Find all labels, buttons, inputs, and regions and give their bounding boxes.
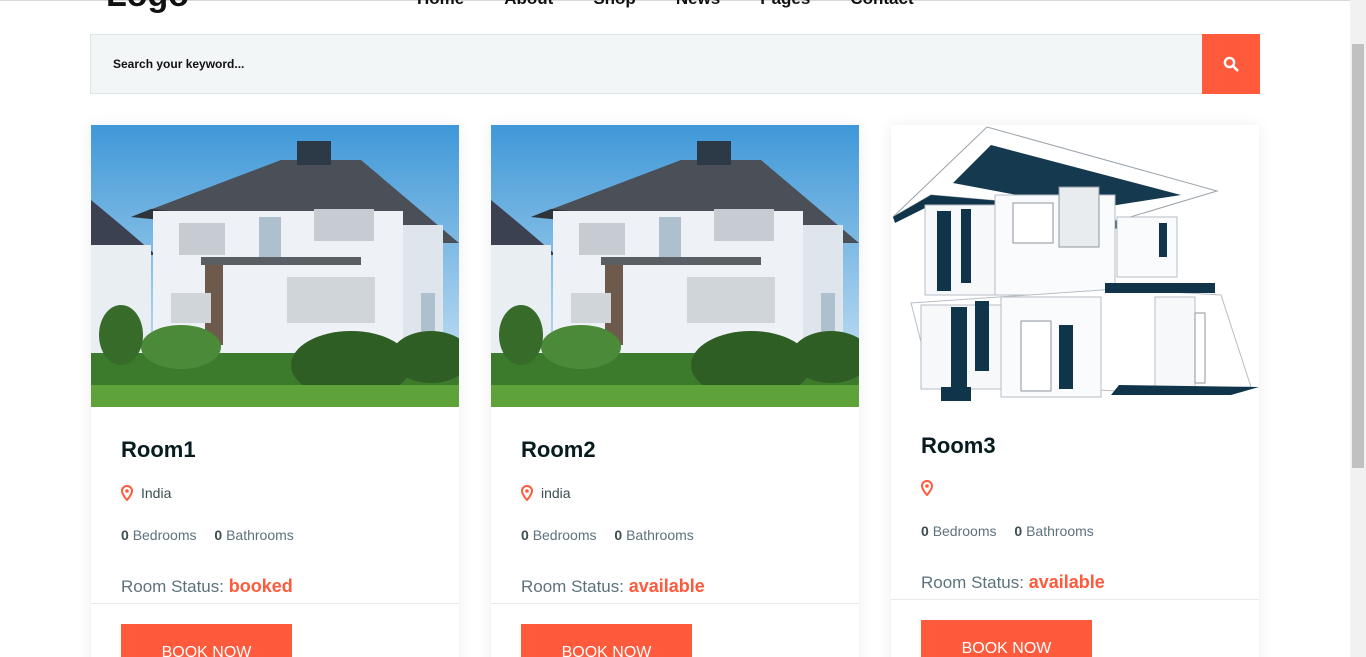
card-divider [91,603,459,604]
search-button[interactable] [1202,34,1260,94]
room-status: Room Status: available [921,572,1105,593]
bedroom-label: Bedrooms [932,523,997,539]
nav-contact[interactable]: Contact [850,0,913,8]
bedroom-count: 0 [121,527,129,543]
bathroom-count: 0 [1014,523,1023,539]
main-nav: Home About Shop News Pages Contact [417,0,954,8]
room-title[interactable]: Room2 [521,437,596,463]
nav-about[interactable]: About [504,0,553,8]
bedroom-count: 0 [521,527,529,543]
card-divider [491,603,859,604]
scrollbar-thumb[interactable] [1352,44,1364,468]
bathroom-label: Bathrooms [226,527,294,543]
location-text: India [141,485,172,501]
location-text: india [541,485,571,501]
room-card: Room1 India 0 Bedrooms 0 Bathrooms Room … [91,125,459,657]
status-label: Room Status: [121,577,224,596]
room-features: 0 Bedrooms 0 Bathrooms [521,527,694,543]
nav-shop[interactable]: Shop [593,0,636,8]
room-features: 0 Bedrooms 0 Bathrooms [121,527,294,543]
nav-home[interactable]: Home [417,0,464,8]
map-pin-icon [521,485,533,501]
book-now-button[interactable]: BOOK NOW [921,620,1092,657]
status-value: booked [228,576,293,596]
room-card: Room2 india 0 Bedrooms 0 Bathrooms Room … [491,125,859,657]
page-scrollbar[interactable] [1350,0,1366,657]
search-input[interactable] [91,35,1201,93]
bathroom-count: 0 [214,527,223,543]
status-label: Room Status: [921,573,1024,592]
bathroom-label: Bathrooms [626,527,694,543]
search-icon [1223,56,1239,72]
bedroom-count: 0 [921,523,929,539]
map-pin-icon [921,480,933,496]
room-card: Room3 0 Bedrooms 0 Bathrooms Room Status… [891,125,1259,657]
status-value: available [1028,572,1105,592]
room-location: india [521,485,571,501]
house-photo [91,125,459,407]
room-image[interactable] [491,125,859,407]
status-label: Room Status: [521,577,624,596]
house-photo [491,125,859,407]
page: Logo Home About Shop News Pages Contact [0,0,1366,657]
house-render [891,125,1259,405]
status-value: available [628,576,705,596]
nav-news[interactable]: News [676,0,720,8]
room-features: 0 Bedrooms 0 Bathrooms [921,523,1094,539]
bedroom-label: Bedrooms [532,527,597,543]
search-bar [90,34,1260,94]
room-status: Room Status: booked [121,576,293,597]
room-status: Room Status: available [521,576,705,597]
room-title[interactable]: Room1 [121,437,196,463]
bedroom-label: Bedrooms [132,527,197,543]
bathroom-count: 0 [614,527,623,543]
book-now-button[interactable]: BOOK NOW [121,624,292,657]
bathroom-label: Bathrooms [1026,523,1094,539]
room-title[interactable]: Room3 [921,433,996,459]
room-location: India [121,485,171,501]
nav-pages[interactable]: Pages [760,0,810,8]
card-divider [891,599,1259,600]
book-now-button[interactable]: BOOK NOW [521,624,692,657]
map-pin-icon [121,485,133,501]
room-image[interactable] [91,125,459,407]
room-location [921,480,941,496]
room-image[interactable] [891,125,1259,405]
site-logo[interactable]: Logo [106,0,189,12]
